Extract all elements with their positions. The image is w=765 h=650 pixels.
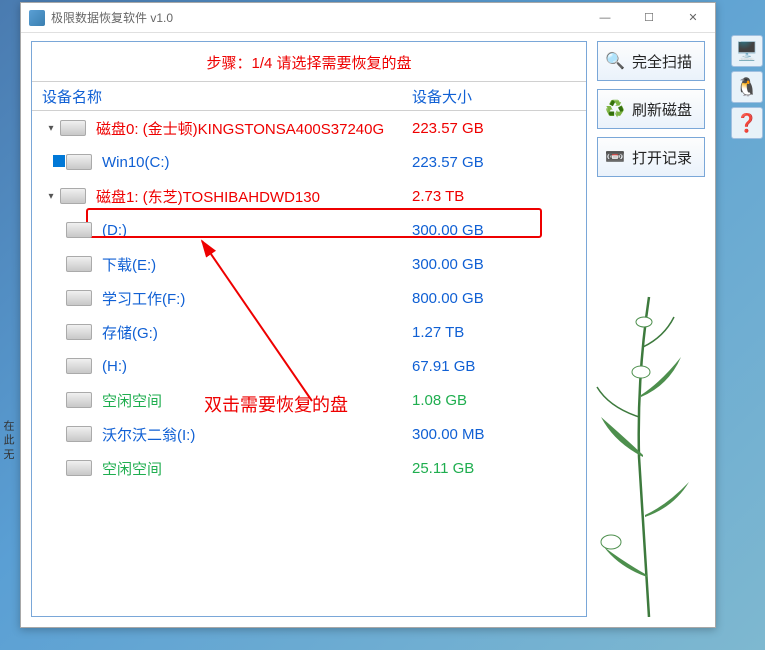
partition-row[interactable]: 学习工作(F:) 800.00 GB: [32, 281, 586, 315]
drive-icon: [66, 222, 92, 238]
row-size: 223.57 GB: [412, 120, 586, 137]
decorative-plant: [589, 257, 709, 617]
refresh-icon: ♻️: [604, 98, 626, 120]
drive-icon: [60, 188, 86, 204]
tray-icon-help[interactable]: ❓: [731, 107, 763, 139]
chevron-down-icon[interactable]: ▾: [42, 123, 60, 134]
disk-row[interactable]: ▾ 磁盘1: (东芝)TOSHIBAHDWD130 2.73 TB: [32, 179, 586, 213]
row-label: 下载(E:): [102, 254, 156, 275]
drive-icon: [66, 256, 92, 272]
row-label: 学习工作(F:): [102, 288, 185, 309]
rows-container: 双击需要恢复的盘 ▾磁盘0: (金士顿)KINGSTONSA400S37240G…: [32, 111, 586, 616]
close-button[interactable]: ✕: [671, 3, 715, 33]
openlog-label: 打开记录: [632, 147, 692, 168]
drive-icon: [66, 290, 92, 306]
drive-icon: [66, 324, 92, 340]
open-log-button[interactable]: 📼 打开记录: [597, 137, 705, 177]
drive-icon: [60, 120, 86, 136]
row-size: 1.08 GB: [412, 392, 586, 409]
row-label: Win10(C:): [102, 154, 170, 171]
row-label: 空闲空间: [102, 390, 162, 411]
column-name[interactable]: 设备名称: [32, 86, 412, 107]
row-size: 300.00 MB: [412, 426, 586, 443]
scan-label: 完全扫描: [632, 51, 692, 72]
row-label: (H:): [102, 358, 127, 375]
row-size: 67.91 GB: [412, 358, 586, 375]
partition-row[interactable]: 下载(E:) 300.00 GB: [32, 247, 586, 281]
drive-icon: [66, 460, 92, 476]
drive-icon: [66, 392, 92, 408]
row-size: 1.27 TB: [412, 324, 586, 341]
row-size: 300.00 GB: [412, 256, 586, 273]
drive-icon: [66, 426, 92, 442]
partition-row[interactable]: Win10(C:) 223.57 GB: [32, 145, 586, 179]
search-icon: 🔍: [604, 50, 626, 72]
main-window: 极限数据恢复软件 v1.0 — ☐ ✕ 步骤：1/4 请选择需要恢复的盘 设备名…: [20, 2, 716, 628]
partition-row[interactable]: 沃尔沃二翁(I:) 300.00 MB: [32, 417, 586, 451]
log-icon: 📼: [604, 146, 626, 168]
refresh-disks-button[interactable]: ♻️ 刷新磁盘: [597, 89, 705, 129]
row-size: 300.00 GB: [412, 222, 586, 239]
partition-row[interactable]: (D:) 300.00 GB: [32, 213, 586, 247]
row-label: 沃尔沃二翁(I:): [102, 424, 195, 445]
drive-icon: [66, 358, 92, 374]
partition-row[interactable]: 存储(G:) 1.27 TB: [32, 315, 586, 349]
app-icon: [29, 10, 45, 26]
titlebar[interactable]: 极限数据恢复软件 v1.0 — ☐ ✕: [21, 3, 715, 33]
row-label: 磁盘1: (东芝)TOSHIBAHDWD130: [96, 186, 320, 207]
drive-icon: [66, 154, 92, 170]
refresh-label: 刷新磁盘: [632, 99, 692, 120]
disk-list-panel: 步骤：1/4 请选择需要恢复的盘 设备名称 设备大小 双击需要恢复的盘 ▾磁盘0…: [31, 41, 587, 617]
minimize-button[interactable]: —: [583, 3, 627, 33]
tray-icon-monitor[interactable]: 🖥️: [731, 35, 763, 67]
side-panel: 🔍 完全扫描 ♻️ 刷新磁盘 📼 打开记录: [597, 41, 705, 617]
row-size: 2.73 TB: [412, 188, 586, 205]
full-scan-button[interactable]: 🔍 完全扫描: [597, 41, 705, 81]
window-title: 极限数据恢复软件 v1.0: [51, 9, 583, 26]
disk-row[interactable]: ▾ 磁盘0: (金士顿)KINGSTONSA400S37240G 223.57 GB: [32, 111, 586, 145]
row-label: 磁盘0: (金士顿)KINGSTONSA400S37240G: [96, 118, 384, 139]
column-size[interactable]: 设备大小: [412, 86, 586, 107]
list-header: 设备名称 设备大小: [32, 81, 586, 111]
partition-row[interactable]: 空闲空间 1.08 GB: [32, 383, 586, 417]
row-size: 800.00 GB: [412, 290, 586, 307]
row-label: 空闲空间: [102, 458, 162, 479]
chevron-down-icon[interactable]: ▾: [42, 191, 60, 202]
row-size: 223.57 GB: [412, 154, 586, 171]
step-header: 步骤：1/4 请选择需要恢复的盘: [32, 42, 586, 81]
tray-icon-qq[interactable]: 🐧: [731, 71, 763, 103]
row-label: (D:): [102, 222, 127, 239]
partition-row[interactable]: 空闲空间 25.11 GB: [32, 451, 586, 485]
desktop-hint: 在 此 无: [0, 420, 16, 459]
row-size: 25.11 GB: [412, 460, 586, 477]
partition-row[interactable]: (H:) 67.91 GB: [32, 349, 586, 383]
row-label: 存储(G:): [102, 322, 158, 343]
maximize-button[interactable]: ☐: [627, 3, 671, 33]
